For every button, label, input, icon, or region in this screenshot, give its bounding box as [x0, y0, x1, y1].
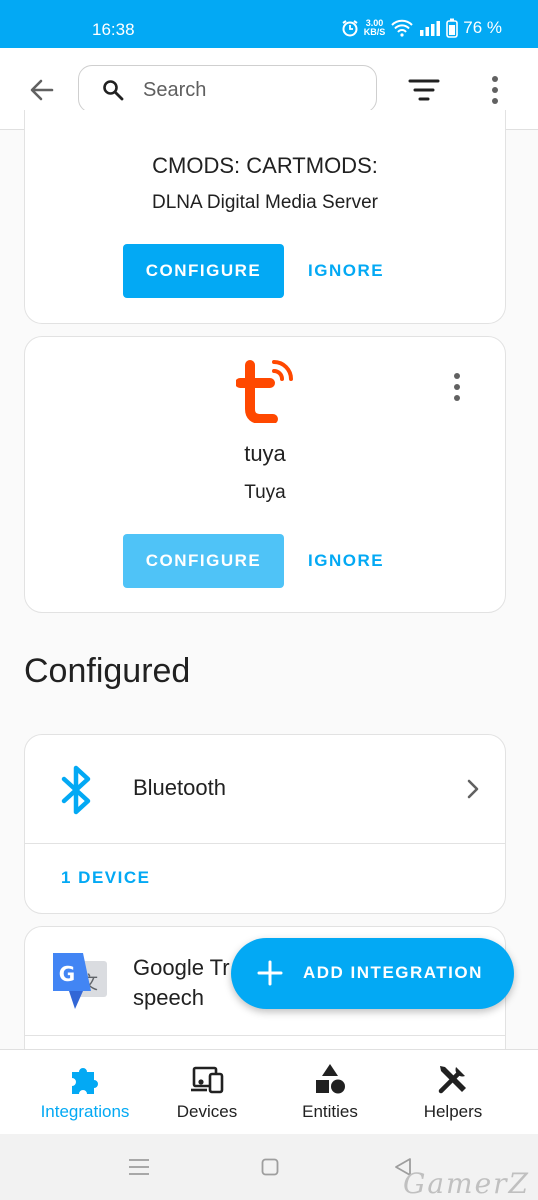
discovered-card-dlna: CMODS: CARTMODS: DLNA Digital Media Serv…	[24, 110, 506, 324]
arrow-back-icon	[30, 79, 54, 101]
tools-icon	[438, 1066, 466, 1094]
configured-card-bluetooth: Bluetooth 1 DEVICE	[24, 734, 506, 914]
fab-label: ADD INTEGRATION	[303, 963, 483, 982]
more-vert-icon	[454, 373, 460, 401]
card-title: CMODS: CARTMODS:	[152, 153, 378, 178]
search-field[interactable]: Search	[78, 65, 377, 113]
google-translate-icon: 文 G	[53, 953, 107, 1009]
nav-label: Entities	[302, 1102, 358, 1121]
watermark: GamerZ	[402, 1167, 530, 1200]
section-title-configured: Configured	[24, 652, 191, 690]
nav-item-helpers[interactable]: Helpers	[386, 1050, 520, 1135]
integration-name-line1: Google Tr	[133, 955, 230, 980]
battery-icon	[446, 18, 459, 38]
ignore-button[interactable]: IGNORE	[308, 534, 384, 588]
card-title: tuya	[244, 441, 286, 466]
home-button[interactable]	[261, 1158, 279, 1176]
nav-item-integrations[interactable]: Integrations	[18, 1050, 152, 1135]
bluetooth-icon	[61, 765, 91, 815]
bottom-navigation: Integrations Devices Entities Helpers	[0, 1049, 538, 1134]
nav-item-devices[interactable]: Devices	[140, 1050, 274, 1135]
signal-icon	[420, 21, 441, 36]
search-placeholder: Search	[143, 79, 207, 101]
discovered-card-tuya: tuya Tuya CONFIGURE IGNORE	[24, 336, 506, 613]
nav-label: Devices	[176, 1102, 238, 1121]
configure-button[interactable]: CONFIGURE	[123, 534, 284, 588]
network-speed: 3.00 KB/S	[363, 18, 386, 37]
filter-icon	[408, 79, 440, 101]
nav-item-entities[interactable]: Entities	[263, 1050, 397, 1135]
overflow-menu-button[interactable]	[482, 72, 508, 108]
devices-icon	[191, 1066, 224, 1094]
tuya-logo-icon	[236, 360, 293, 423]
card-divider	[25, 1035, 505, 1036]
integration-name: Bluetooth	[133, 775, 226, 800]
card-divider	[25, 843, 505, 844]
ignore-button[interactable]: IGNORE	[308, 244, 384, 298]
bluetooth-row[interactable]: Bluetooth	[25, 735, 505, 843]
card-subtitle: Tuya	[244, 482, 286, 503]
puzzle-icon	[72, 1068, 98, 1094]
card-overflow-button[interactable]	[445, 371, 469, 403]
back-button[interactable]	[24, 72, 60, 108]
nav-label: Integrations	[40, 1102, 130, 1121]
more-vert-icon	[492, 76, 498, 104]
add-integration-button[interactable]: ADD INTEGRATION	[231, 938, 514, 1009]
recent-apps-button[interactable]	[128, 1158, 150, 1176]
plus-icon	[257, 960, 283, 986]
devices-link[interactable]: 1 DEVICE	[61, 851, 150, 905]
svg-text:G: G	[59, 962, 75, 986]
filter-button[interactable]	[406, 74, 442, 106]
alarm-icon	[342, 20, 358, 37]
nav-label: Helpers	[423, 1102, 483, 1121]
battery-percent: 76 %	[463, 18, 502, 37]
integration-name-line2: speech	[133, 985, 204, 1010]
status-bar: 16:38 3.00 KB/S 76 %	[0, 0, 538, 48]
chevron-right-icon	[467, 779, 479, 799]
wifi-icon	[391, 19, 413, 37]
status-icons: 3.00 KB/S 76 %	[341, 18, 502, 38]
shapes-icon	[316, 1064, 345, 1094]
card-subtitle: DLNA Digital Media Server	[152, 192, 378, 213]
search-icon	[103, 80, 124, 101]
status-time: 16:38	[92, 20, 135, 39]
configure-button[interactable]: CONFIGURE	[123, 244, 284, 298]
